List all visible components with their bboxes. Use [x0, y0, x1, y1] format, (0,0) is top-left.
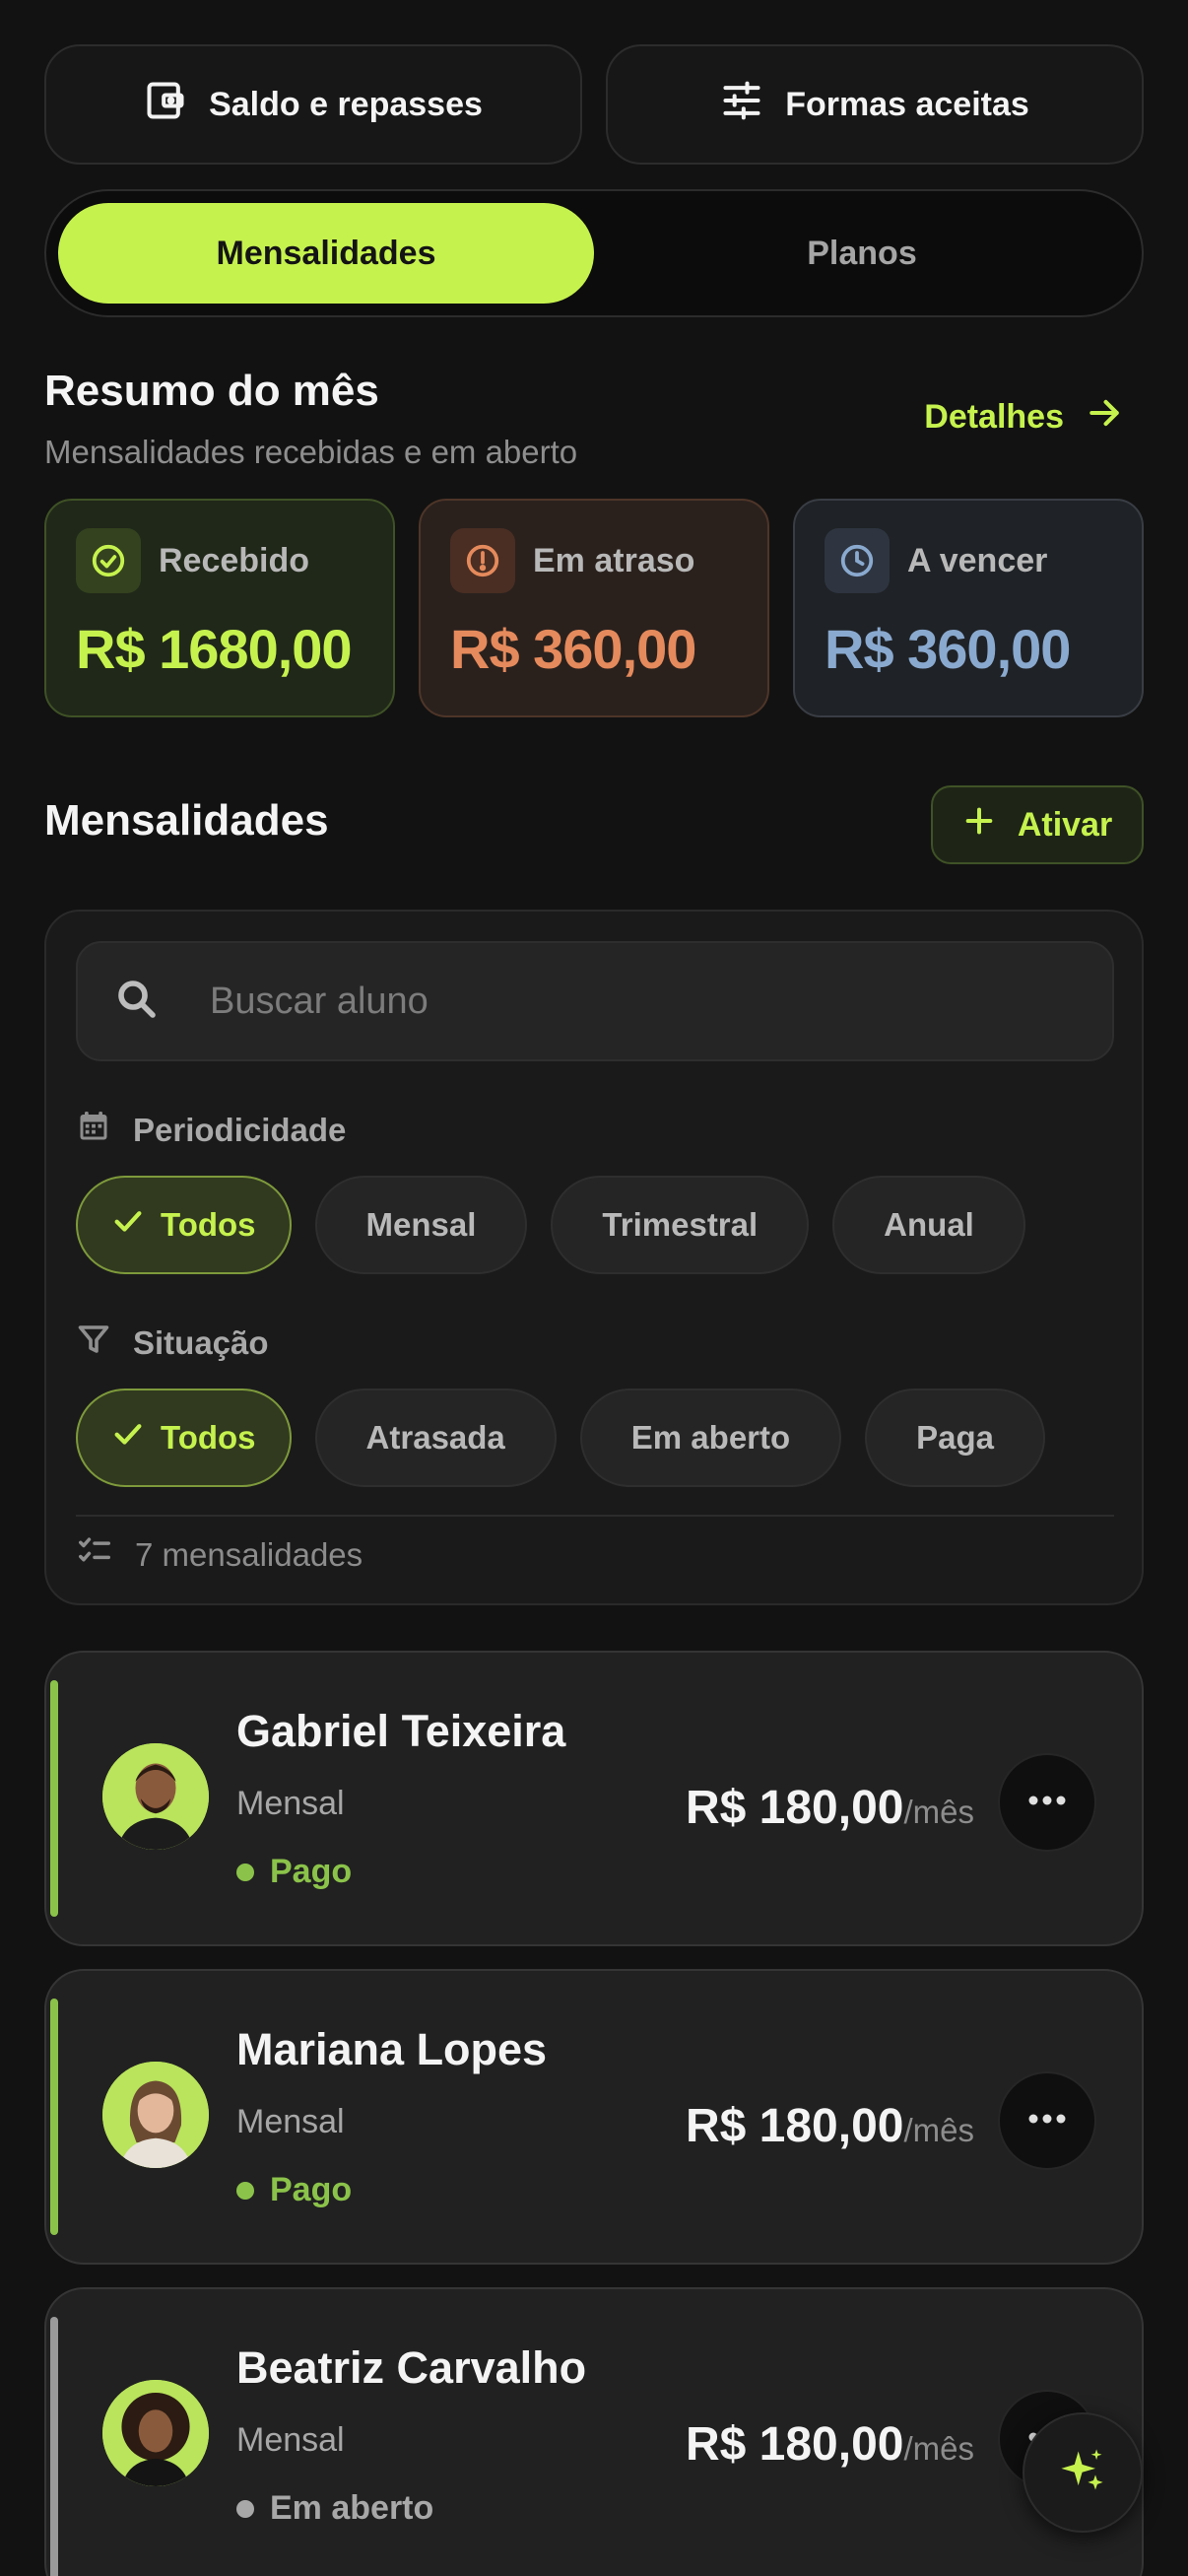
- chip-situation-atrasada[interactable]: Atrasada: [314, 1389, 557, 1487]
- top-actions: Saldo e repasses Formas aceitas: [44, 44, 1144, 165]
- member-price: R$ 180,00/mês: [686, 1781, 974, 1835]
- avatar: [102, 2062, 209, 2168]
- checklist-icon: [76, 1532, 113, 1578]
- status-badge: Em aberto: [236, 2489, 433, 2528]
- chip-periodicity-trimestral[interactable]: Trimestral: [551, 1176, 810, 1274]
- member-card[interactable]: Gabriel Teixeira Mensal Pago R$ 180,00/m…: [44, 1651, 1144, 1946]
- results-count: 7 mensalidades: [76, 1532, 363, 1578]
- chip-label: Todos: [161, 1206, 256, 1243]
- check-icon: [111, 1204, 145, 1246]
- summary-subtitle: Mensalidades recebidas e em aberto: [44, 434, 578, 470]
- tab-planos[interactable]: Planos: [594, 203, 1130, 304]
- more-horizontal-icon: [1027, 2112, 1067, 2130]
- wallet-icon: [144, 79, 187, 131]
- tab-mensalidades[interactable]: Mensalidades: [58, 203, 594, 304]
- situation-label-group: Situação: [76, 1322, 269, 1365]
- price-unit: /mês: [903, 2112, 974, 2148]
- ai-assistant-button[interactable]: [1023, 2412, 1143, 2533]
- periodicity-label-group: Periodicidade: [76, 1109, 346, 1152]
- search-icon: [113, 976, 161, 1028]
- payment-methods-label: Formas aceitas: [785, 85, 1029, 123]
- search-box[interactable]: [76, 941, 1114, 1061]
- stat-label: A vencer: [907, 541, 1048, 579]
- more-horizontal-icon: [1027, 1794, 1067, 1811]
- count-text: 7 mensalidades: [135, 1536, 363, 1573]
- chip-periodicity-mensal[interactable]: Mensal: [314, 1176, 528, 1274]
- member-price: R$ 180,00/mês: [686, 2417, 974, 2472]
- chip-label: Todos: [161, 1419, 256, 1456]
- sliders-icon: [720, 79, 763, 131]
- price-value: R$ 180,00: [685, 1782, 904, 1834]
- avatar: [102, 2380, 209, 2486]
- more-options-button[interactable]: [998, 2071, 1096, 2170]
- sparkles-icon: [1057, 2445, 1108, 2501]
- price-value: R$ 180,00: [685, 2418, 904, 2471]
- status-badge: Pago: [236, 1853, 352, 1891]
- stat-value: R$ 1680,00: [76, 618, 353, 680]
- status-bar: [50, 2317, 58, 2576]
- status-label: Pago: [270, 1853, 353, 1890]
- status-label: Em aberto: [270, 2489, 434, 2527]
- chip-periodicity-todos[interactable]: Todos: [76, 1176, 292, 1274]
- check-icon: [111, 1417, 145, 1458]
- status-dot: [236, 2181, 254, 2200]
- view-tabs: Mensalidades Planos: [44, 189, 1144, 317]
- activate-button[interactable]: Ativar: [931, 785, 1144, 864]
- calendar-icon: [76, 1109, 111, 1152]
- stat-label: Recebido: [159, 541, 310, 579]
- situation-label: Situação: [133, 1324, 269, 1361]
- chip-periodicity-anual[interactable]: Anual: [832, 1176, 1025, 1274]
- divider: [76, 1515, 1114, 1517]
- status-label: Pago: [270, 2171, 353, 2208]
- price-value: R$ 180,00: [685, 2100, 904, 2152]
- periodicity-label: Periodicidade: [133, 1112, 347, 1148]
- search-input[interactable]: [210, 980, 998, 1023]
- status-bar: [50, 1680, 58, 1917]
- status-bar: [50, 1999, 58, 2235]
- balance-label: Saldo e repasses: [209, 85, 483, 123]
- member-price: R$ 180,00/mês: [686, 2099, 974, 2153]
- stat-value: R$ 360,00: [450, 618, 696, 680]
- alert-circle-icon: [450, 528, 515, 593]
- status-dot: [236, 1863, 254, 1881]
- balance-button[interactable]: Saldo e repasses: [44, 44, 582, 165]
- chip-situation-em-aberto[interactable]: Em aberto: [579, 1389, 842, 1487]
- check-circle-icon: [76, 528, 141, 593]
- member-name: Mariana Lopes: [236, 2024, 548, 2074]
- stat-value: R$ 360,00: [825, 618, 1071, 680]
- chip-situation-paga[interactable]: Paga: [865, 1389, 1046, 1487]
- status-badge: Pago: [236, 2171, 352, 2209]
- details-link[interactable]: Detalhes: [924, 394, 1123, 441]
- member-period: Mensal: [236, 1785, 345, 1822]
- stat-card-overdue[interactable]: Em atraso R$ 360,00: [419, 499, 769, 717]
- plus-icon: [962, 804, 996, 847]
- filter-panel: Periodicidade Todos Mensal Trimestral An…: [44, 910, 1144, 1605]
- details-label: Detalhes: [924, 398, 1064, 436]
- price-unit: /mês: [903, 1794, 974, 1830]
- stat-label: Em atraso: [533, 541, 695, 579]
- member-name: Beatriz Carvalho: [236, 2342, 587, 2393]
- member-period: Mensal: [236, 2421, 345, 2459]
- chip-situation-todos[interactable]: Todos: [76, 1389, 292, 1487]
- price-unit: /mês: [903, 2430, 974, 2467]
- status-dot: [236, 2499, 254, 2518]
- summary-cards: Recebido R$ 1680,00 Em atraso R$ 360,00 …: [44, 499, 1144, 717]
- avatar: [102, 1743, 209, 1850]
- clock-icon: [825, 528, 890, 593]
- filter-icon: [76, 1322, 111, 1365]
- stat-card-upcoming[interactable]: A vencer R$ 360,00: [793, 499, 1144, 717]
- member-card[interactable]: Beatriz Carvalho Mensal Em aberto R$ 180…: [44, 2287, 1144, 2576]
- payment-methods-button[interactable]: Formas aceitas: [606, 44, 1144, 165]
- member-card[interactable]: Mariana Lopes Mensal Pago R$ 180,00/mês: [44, 1969, 1144, 2265]
- arrow-right-icon: [1086, 394, 1123, 441]
- activate-label: Ativar: [1017, 805, 1113, 844]
- summary-title: Resumo do mês: [44, 367, 379, 415]
- more-options-button[interactable]: [998, 1753, 1096, 1852]
- subscriptions-title: Mensalidades: [44, 796, 329, 845]
- stat-card-received[interactable]: Recebido R$ 1680,00: [44, 499, 395, 717]
- member-name: Gabriel Teixeira: [236, 1706, 566, 1756]
- member-period: Mensal: [236, 2103, 345, 2140]
- situation-chips: Todos Atrasada Em aberto Paga: [76, 1389, 1046, 1487]
- periodicity-chips: Todos Mensal Trimestral Anual: [76, 1176, 1025, 1274]
